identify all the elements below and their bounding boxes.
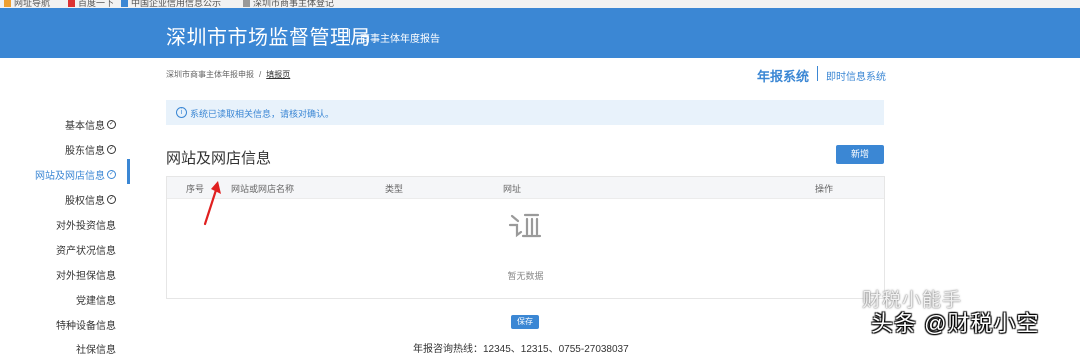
bookmarks-bar: 网址导航 百度一下 中国企业信用信息公示 深圳市商事主体登记 xyxy=(0,0,1080,8)
sidebar-item-label: 社保信息 xyxy=(76,345,116,356)
sidebar-item-label: 对外担保信息 xyxy=(56,271,116,282)
sidebar-item-basic-info[interactable]: 基本信息 ✓ xyxy=(65,117,116,132)
active-nav-indicator xyxy=(127,159,130,184)
empty-data-icon xyxy=(508,213,542,238)
sidebar-item-website-info[interactable]: 网站及网店信息 ✓ xyxy=(35,167,116,182)
column-header-name: 网站或网店名称 xyxy=(231,184,295,194)
table-header: 序号 网站或网店名称 类型 网址 操作 xyxy=(167,177,884,199)
empty-data-text: 暂无数据 xyxy=(507,271,544,281)
sidebar-item-label: 资产状况信息 xyxy=(56,246,116,257)
sidebar-item-investment-info[interactable]: 对外投资信息 xyxy=(56,217,116,232)
sidebar-item-social-security-info[interactable]: 社保信息 xyxy=(76,341,116,356)
bookmark-label: 中国企业信用信息公示 xyxy=(131,0,222,8)
alert-text: 系统已读取相关信息，请核对确认。 xyxy=(190,109,335,119)
bookmark-label: 百度一下 xyxy=(78,0,115,8)
sidebar-item-label: 股权信息 xyxy=(65,196,105,207)
sidebar-item-party-info[interactable]: 党建信息 xyxy=(76,292,116,307)
website-table: 序号 网站或网店名称 类型 网址 操作 暂无数据 xyxy=(166,176,885,299)
sidebar-item-guarantee-info[interactable]: 对外担保信息 xyxy=(56,267,116,282)
breadcrumb-current[interactable]: 填报页 xyxy=(266,70,290,79)
site-header: 深圳市市场监督管理局 商事主体年度报告 xyxy=(0,8,1080,58)
sidebar-item-label: 基本信息 xyxy=(65,121,105,132)
bookmark-item[interactable]: 网址导航 xyxy=(4,0,50,8)
column-header-url: 网址 xyxy=(503,184,522,194)
bookmark-item[interactable]: 百度一下 xyxy=(68,0,114,8)
system-divider xyxy=(817,66,818,81)
title-divider xyxy=(349,29,350,43)
save-button[interactable]: 保存 xyxy=(511,315,539,329)
sidebar-item-shareholder-info[interactable]: 股东信息 ✓ xyxy=(65,142,116,157)
bookmark-item[interactable]: 中国企业信用信息公示 xyxy=(121,0,221,8)
sidebar-item-label: 对外投资信息 xyxy=(56,221,116,232)
sidebar-item-label: 股东信息 xyxy=(65,146,105,157)
sidebar-item-label: 党建信息 xyxy=(76,296,116,307)
bookmark-label: 网址导航 xyxy=(14,0,51,8)
sidebar-item-assets-info[interactable]: 资产状况信息 xyxy=(56,242,116,257)
sidebar-item-equipment-info[interactable]: 特种设备信息 xyxy=(56,317,116,332)
bookmark-item[interactable]: 深圳市商事主体登记 xyxy=(243,0,334,8)
column-header-type: 类型 xyxy=(385,184,404,194)
check-circle-icon: ✓ xyxy=(107,120,116,129)
breadcrumb-root[interactable]: 深圳市商事主体年报申报 xyxy=(166,70,254,79)
section-title: 网站及网店信息 xyxy=(166,150,272,167)
info-icon: i xyxy=(176,107,187,118)
breadcrumb: 深圳市商事主体年报申报 / 填报页 xyxy=(166,69,290,80)
instant-info-system-link[interactable]: 即时信息系统 xyxy=(826,68,886,83)
footer-hotline: 年报咨询热线：12345、12315、0755-27038037 xyxy=(413,344,629,355)
bookmark-label: 深圳市商事主体登记 xyxy=(253,0,335,8)
sidebar-item-label: 网站及网店信息 xyxy=(35,171,105,182)
breadcrumb-separator: / xyxy=(259,70,262,79)
site-subtitle: 商事主体年度报告 xyxy=(360,34,440,45)
annual-report-system-link[interactable]: 年报系统 xyxy=(757,66,809,85)
watermark-author: 头条 @财税小空 xyxy=(871,311,1040,336)
check-circle-icon: ✓ xyxy=(107,145,116,154)
info-alert: i 系统已读取相关信息，请核对确认。 xyxy=(166,100,884,125)
sidebar-item-label: 特种设备信息 xyxy=(56,321,116,332)
annotation-arrow-icon xyxy=(203,181,221,226)
check-circle-icon: ✓ xyxy=(107,195,116,204)
add-button[interactable]: 新增 xyxy=(836,145,884,164)
check-circle-icon: ✓ xyxy=(107,170,116,179)
site-title: 深圳市市场监督管理局 xyxy=(166,27,371,49)
column-header-actions: 操作 xyxy=(815,184,834,194)
sidebar-item-equity-info[interactable]: 股权信息 ✓ xyxy=(65,192,116,207)
